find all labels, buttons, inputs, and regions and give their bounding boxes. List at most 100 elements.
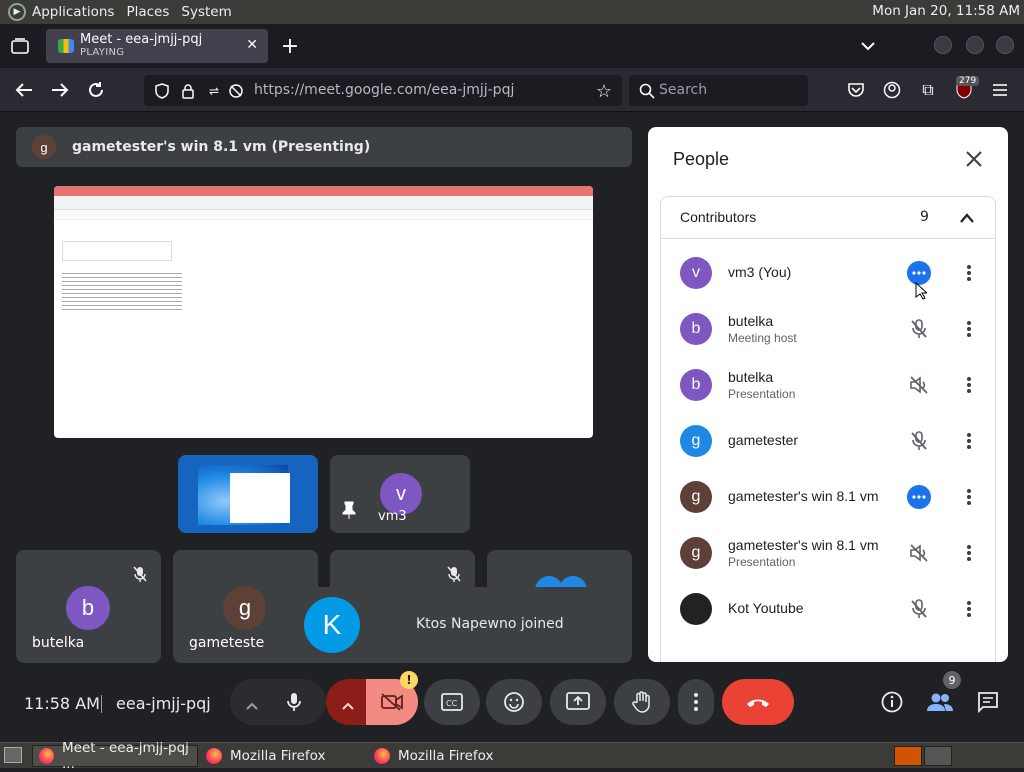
more-vert-icon[interactable] bbox=[957, 317, 981, 341]
lock-icon[interactable] bbox=[176, 79, 200, 103]
participant-row[interactable]: b butelka Presentation bbox=[661, 357, 995, 413]
participant-row[interactable]: g gametester's win 8.1 vm bbox=[661, 469, 995, 525]
permissions-icon[interactable]: ⇌ bbox=[202, 79, 226, 103]
shield-icon[interactable] bbox=[150, 79, 174, 103]
taskbar-item-firefox-1[interactable]: Mozilla Firefox bbox=[200, 745, 366, 767]
more-vert-icon[interactable] bbox=[957, 261, 981, 285]
contributors-header[interactable]: Contributors 9 bbox=[661, 197, 995, 239]
avatar: g bbox=[680, 425, 712, 457]
participant-row[interactable]: g gametester's win 8.1 vm Presentation bbox=[661, 525, 995, 581]
participant-row[interactable]: b butelka Meeting host bbox=[661, 301, 995, 357]
tile-butelka[interactable]: b butelka bbox=[16, 550, 161, 663]
participant-row[interactable]: v vm3 (You) bbox=[661, 245, 995, 301]
reload-icon[interactable] bbox=[84, 78, 108, 102]
chat-icon[interactable] bbox=[976, 690, 1000, 718]
mic-options-button[interactable] bbox=[230, 679, 326, 725]
workspace-switcher[interactable] bbox=[894, 746, 922, 766]
more-vert-icon[interactable] bbox=[957, 541, 981, 565]
preview-window bbox=[230, 473, 290, 523]
camera-blocked-icon[interactable] bbox=[224, 79, 248, 103]
search-placeholder: Search bbox=[659, 82, 708, 98]
url-text[interactable]: https://meet.google.com/eea-jmjj-pqj bbox=[254, 82, 514, 98]
menu-applications[interactable]: Applications bbox=[32, 4, 114, 20]
menu-system[interactable]: System bbox=[181, 4, 231, 20]
chevron-down-icon[interactable] bbox=[856, 34, 880, 58]
tab-meet[interactable]: Meet - eea-jmjj-pqj PLAYING ✕ bbox=[46, 29, 268, 63]
shared-screen-page bbox=[62, 241, 172, 261]
mic-off-icon[interactable] bbox=[907, 597, 931, 621]
people-icon[interactable] bbox=[926, 690, 954, 718]
new-tab-icon[interactable]: + bbox=[278, 34, 302, 59]
participant-name: vm3 (You) bbox=[728, 264, 792, 280]
more-vert-icon[interactable] bbox=[957, 373, 981, 397]
firefox-icon bbox=[39, 748, 54, 764]
taskbar-item-firefox-2[interactable]: Mozilla Firefox bbox=[368, 745, 534, 767]
more-vert-icon[interactable] bbox=[957, 485, 981, 509]
chevron-up-icon[interactable] bbox=[959, 209, 975, 228]
pocket-icon[interactable] bbox=[844, 78, 868, 102]
present-screen-button[interactable] bbox=[550, 679, 606, 725]
shared-screen[interactable] bbox=[54, 186, 593, 438]
participant-row[interactable]: g gametester bbox=[661, 413, 995, 469]
hamburger-menu-icon[interactable] bbox=[988, 78, 1012, 102]
bookmark-star-icon[interactable]: ☆ bbox=[592, 79, 616, 103]
forward-arrow-icon[interactable] bbox=[48, 78, 72, 102]
pin-icon[interactable] bbox=[342, 501, 356, 523]
participant-role: Meeting host bbox=[728, 331, 797, 345]
close-icon[interactable] bbox=[964, 149, 984, 173]
avatar: b bbox=[66, 586, 110, 630]
raise-hand-button[interactable] bbox=[614, 679, 670, 725]
emoji-icon bbox=[504, 692, 524, 712]
more-options-button[interactable] bbox=[678, 679, 714, 725]
extensions-icon[interactable]: ⧉ bbox=[916, 78, 940, 102]
mic-off-icon bbox=[447, 566, 461, 586]
audio-muted-icon[interactable] bbox=[907, 373, 931, 397]
url-bar[interactable]: ⇌ https://meet.google.com/eea-jmjj-pqj ☆ bbox=[144, 75, 622, 106]
leave-call-button[interactable] bbox=[722, 679, 794, 725]
tile-presentation-preview[interactable] bbox=[178, 455, 318, 533]
meeting-info-icon[interactable] bbox=[880, 690, 904, 718]
join-notification: K Ktos Napewno joined bbox=[265, 587, 625, 663]
reactions-button[interactable] bbox=[486, 679, 542, 725]
taskbar-item-label: Mozilla Firefox bbox=[230, 748, 326, 764]
search-input[interactable]: Search bbox=[629, 75, 808, 106]
maximize-window-button[interactable] bbox=[966, 36, 984, 54]
tab-list-icon[interactable] bbox=[8, 34, 32, 58]
captions-button[interactable]: CC bbox=[424, 679, 480, 725]
tab-close-icon[interactable]: ✕ bbox=[246, 37, 258, 53]
taskbar-item-meet[interactable]: Meet - eea-jmjj-pqj ... bbox=[32, 740, 198, 772]
meet-favicon-icon bbox=[58, 39, 74, 53]
more-vert-icon bbox=[694, 693, 698, 711]
menu-places[interactable]: Places bbox=[126, 4, 169, 20]
shared-screen-titlebar bbox=[54, 186, 593, 196]
camera-options-button[interactable]: ! bbox=[326, 671, 418, 725]
mic-off-icon bbox=[133, 566, 147, 586]
microphone-icon[interactable] bbox=[282, 690, 306, 714]
more-vert-icon[interactable] bbox=[957, 597, 981, 621]
mic-off-icon[interactable] bbox=[907, 429, 931, 453]
mic-off-icon[interactable] bbox=[907, 317, 931, 341]
avatar: g bbox=[223, 586, 267, 630]
tile-vm3[interactable]: v vm3 bbox=[330, 455, 470, 533]
gnome-logo-icon[interactable]: ▶ bbox=[8, 3, 26, 21]
audio-muted-icon[interactable] bbox=[907, 541, 931, 565]
speaking-indicator-icon[interactable] bbox=[907, 485, 931, 509]
shared-screen-toolbar bbox=[54, 196, 593, 210]
participant-row[interactable]: Kot Youtube bbox=[661, 581, 995, 637]
show-desktop-icon[interactable] bbox=[4, 747, 22, 763]
workspace-switcher[interactable] bbox=[924, 746, 952, 766]
participant-name: gametester's win 8.1 vm bbox=[728, 488, 879, 504]
minimize-window-button[interactable] bbox=[934, 36, 952, 54]
panel-clock[interactable]: Mon Jan 20, 11:58 AM bbox=[872, 3, 1020, 19]
contributors-section: Contributors 9 v vm3 (You) b butelka Meeting… bbox=[660, 196, 996, 662]
avatar: g bbox=[680, 481, 712, 513]
back-arrow-icon[interactable] bbox=[12, 78, 36, 102]
account-icon[interactable] bbox=[880, 78, 904, 102]
close-window-button[interactable] bbox=[996, 36, 1014, 54]
avatar: v bbox=[680, 257, 712, 289]
ublock-badge: 279 bbox=[956, 76, 980, 86]
firefox-icon bbox=[374, 748, 390, 764]
warning-badge[interactable]: ! bbox=[400, 671, 418, 689]
more-vert-icon[interactable] bbox=[957, 429, 981, 453]
presenting-bar: g gametester's win 8.1 vm (Presenting) bbox=[16, 127, 632, 167]
